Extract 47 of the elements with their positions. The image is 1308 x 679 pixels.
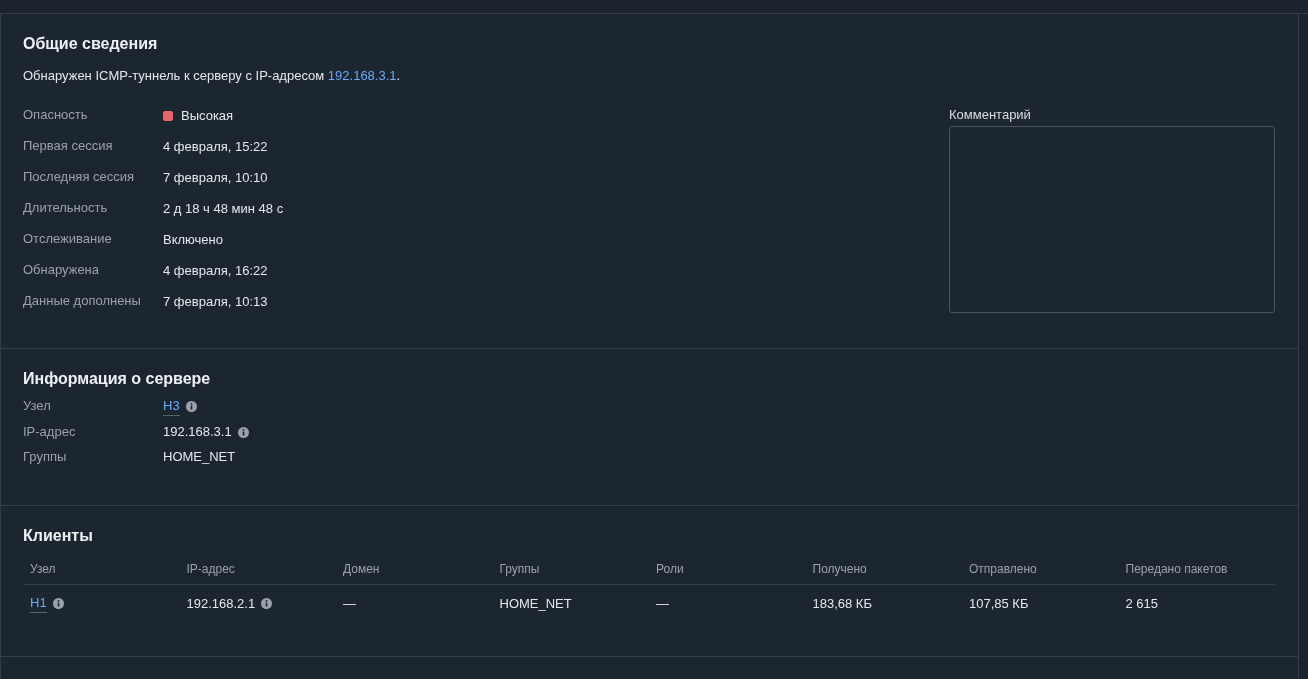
column-header: Роли bbox=[655, 561, 685, 578]
section-title: Информация о сервере bbox=[23, 369, 212, 389]
column-header: IP-адрес bbox=[185, 561, 236, 578]
field-value: HOME_NET bbox=[163, 448, 236, 466]
field-value: 2 д 18 ч 48 мин 48 с bbox=[163, 200, 284, 218]
column-header: Узел bbox=[29, 561, 57, 578]
field-value: 4 февраля, 15:22 bbox=[163, 137, 268, 156]
column-header: Домен bbox=[342, 561, 381, 578]
field-label: IP-адрес bbox=[23, 423, 77, 441]
section-title: Общие сведения bbox=[23, 34, 159, 54]
table-cell: 183,68 КБ bbox=[812, 594, 872, 613]
table-cell: 2 615 bbox=[1125, 594, 1159, 613]
comment-field[interactable] bbox=[949, 125, 1275, 313]
column-header: Отправлено bbox=[968, 561, 1038, 578]
table-cell: 192.168.2.1 bbox=[186, 594, 256, 613]
field-label: Узел bbox=[23, 397, 52, 415]
info-icon[interactable] bbox=[185, 401, 197, 412]
column-header: Получено bbox=[811, 561, 868, 578]
field-value: Включено bbox=[163, 231, 223, 250]
field-value: 192.168.3.1 bbox=[163, 423, 232, 441]
field-label: Первая сессия bbox=[23, 136, 114, 155]
table-cell: 107,85 КБ bbox=[969, 594, 1029, 613]
table-cell: — bbox=[343, 594, 356, 613]
info-icon[interactable] bbox=[52, 598, 64, 609]
field-label: Опасность bbox=[23, 105, 89, 124]
field-value: Высокая bbox=[181, 106, 234, 125]
field-label: Отслеживание bbox=[23, 230, 113, 249]
host-link[interactable]: H3 bbox=[163, 397, 180, 416]
field-value: 7 февраля, 10:10 bbox=[163, 168, 268, 187]
table-cell: HOME_NET bbox=[499, 594, 572, 613]
ip-link[interactable]: 192.168.3.1 bbox=[327, 68, 397, 83]
summary-text: Обнаружен ICMP-туннель к серверу с IP-адресом 192.168.3.1. bbox=[23, 67, 402, 85]
info-icon[interactable] bbox=[261, 598, 273, 609]
comment-label: Комментарий bbox=[949, 105, 1032, 124]
table-cell: — bbox=[656, 594, 669, 613]
column-header: Передано пакетов bbox=[1124, 561, 1229, 578]
field-label: Последняя сессия bbox=[23, 167, 136, 186]
column-header: Группы bbox=[498, 561, 541, 578]
field-label: Данные дополнены bbox=[23, 292, 142, 311]
field-label: Группы bbox=[23, 448, 68, 466]
section-title: Клиенты bbox=[23, 526, 94, 546]
field-label: Длительность bbox=[23, 198, 109, 217]
field-value: 4 февраля, 16:22 bbox=[163, 262, 268, 281]
info-icon[interactable] bbox=[237, 426, 249, 438]
field-label: Обнаружена bbox=[23, 261, 101, 280]
field-value: 7 февраля, 10:13 bbox=[163, 293, 268, 312]
host-link[interactable]: H1 bbox=[30, 594, 47, 613]
